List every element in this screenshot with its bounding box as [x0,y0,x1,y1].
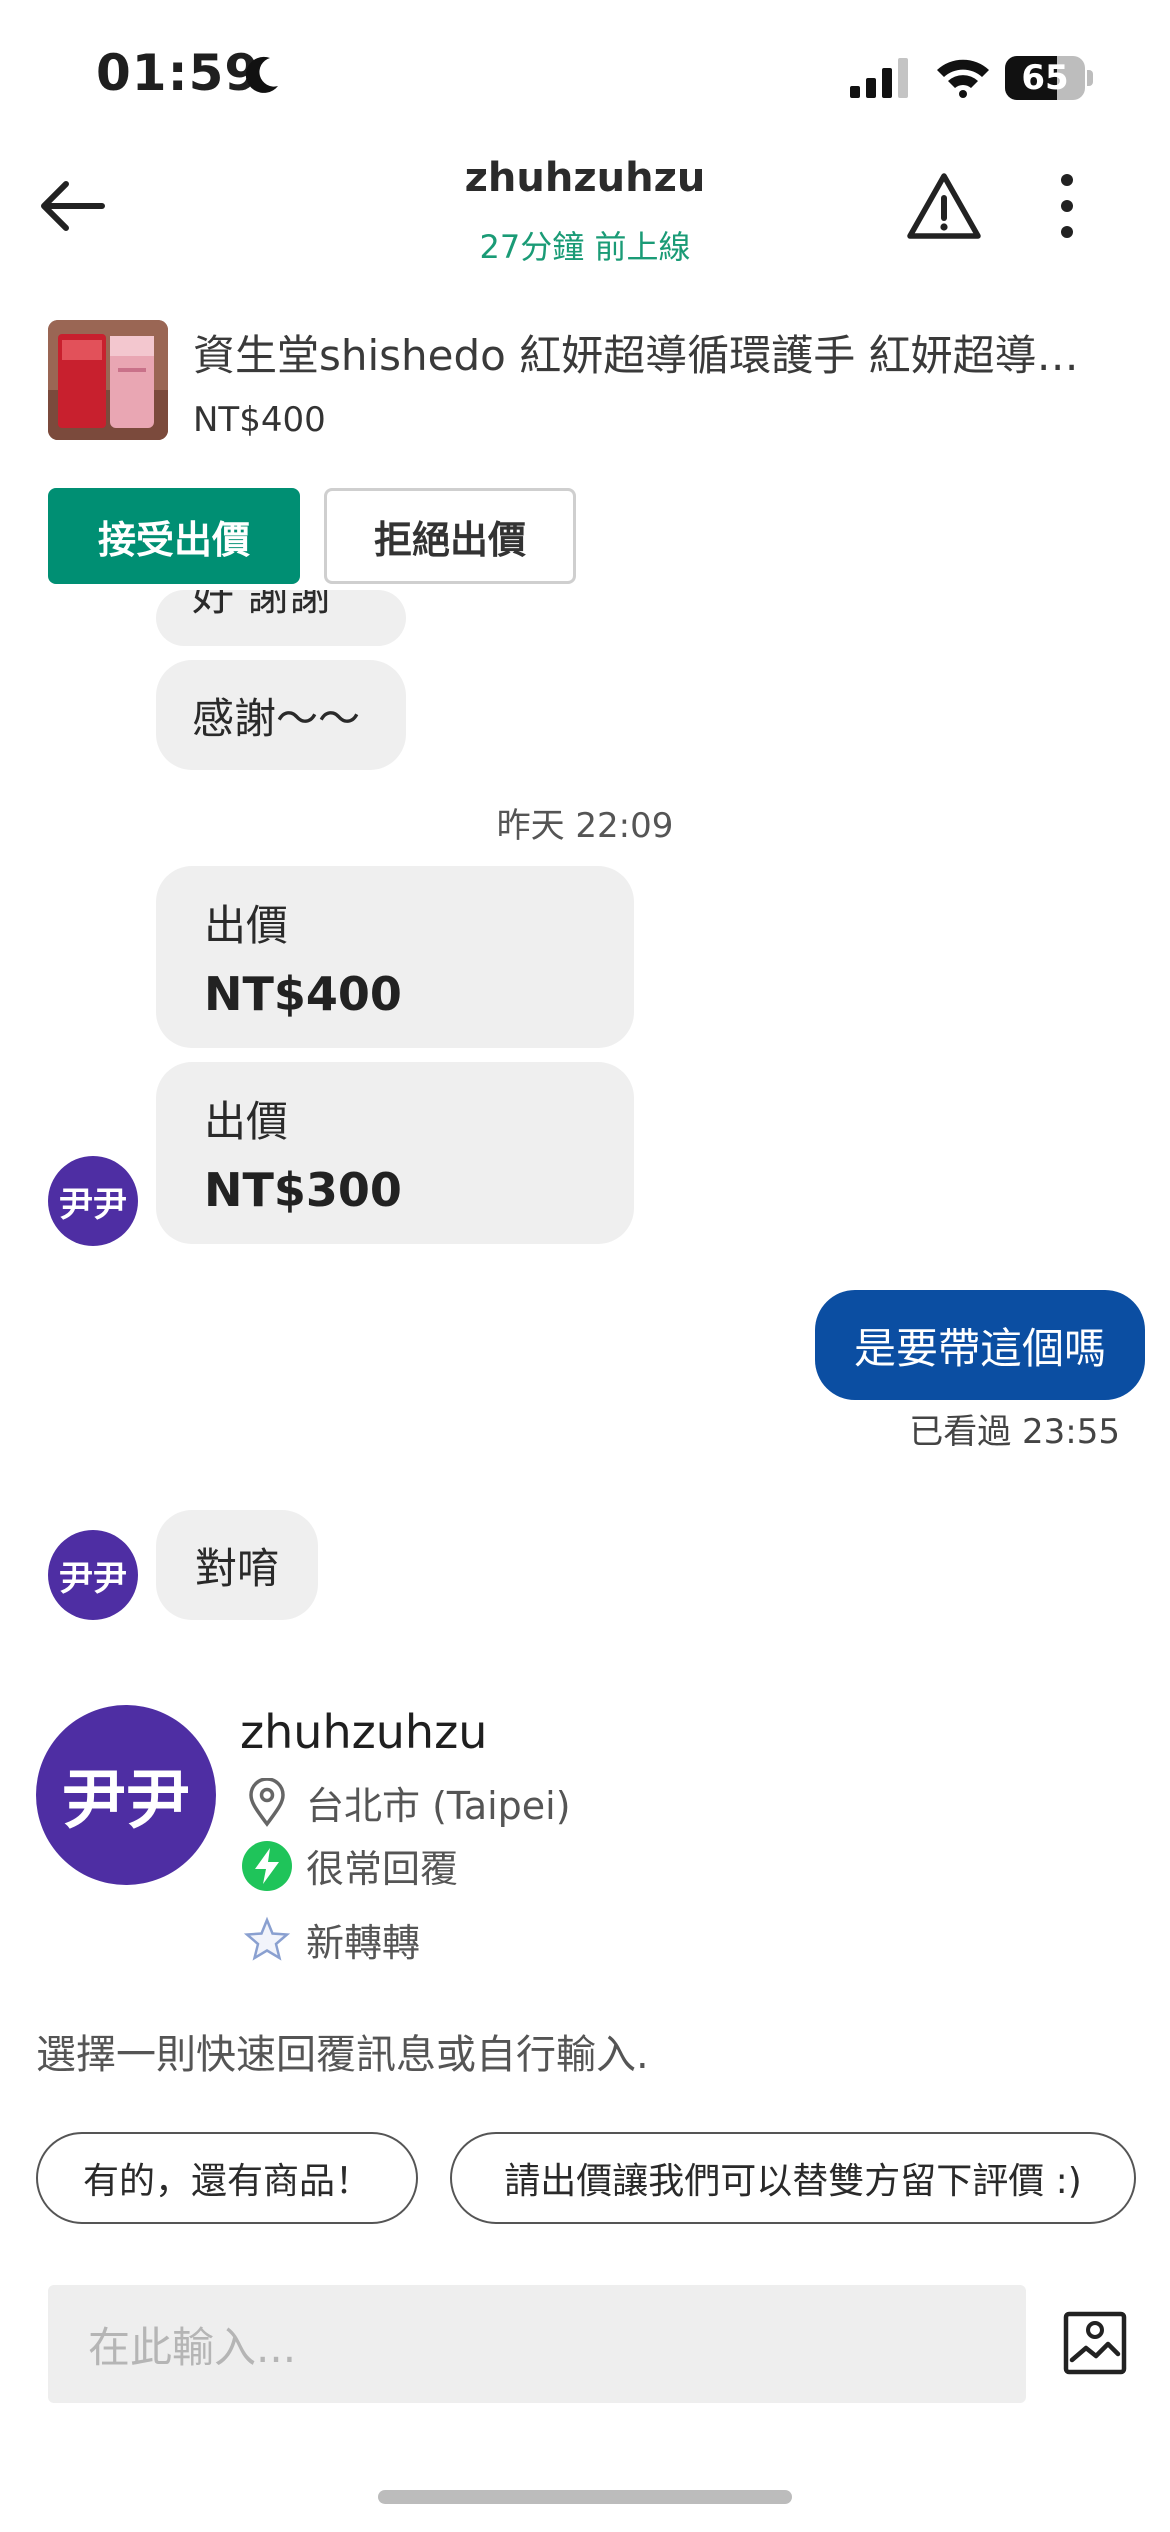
reject-offer-button[interactable]: 拒絕出價 [324,488,576,584]
message-bubble: 感謝～～ [156,660,406,770]
profile-response-rate: 很常回覆 [240,1838,458,1893]
product-price: NT$400 [193,400,326,440]
profile-badge-text: 新轉轉 [306,1921,421,1965]
profile-avatar[interactable]: 尹尹 [36,1705,216,1885]
star-badge-icon [240,1913,294,1967]
location-pin-icon [240,1776,294,1830]
last-online-status: 27分鐘 前上線 [479,228,691,266]
offer-amount: NT$300 [204,1163,402,1217]
profile-badge: 新轉轉 [240,1912,420,1967]
product-image [48,320,168,440]
offer-bubble: 出價 NT$300 [156,1062,634,1244]
message-text-partial: 好 謝謝 [192,590,332,620]
chat-thread[interactable]: 好 謝謝 感謝～～ 昨天 22:09 出價 NT$400 出價 NT$300 尹… [0,590,1170,1650]
chat-partner-name: zhuhzuhzu [464,155,706,201]
more-options-icon[interactable] [1040,170,1094,242]
battery-indicator: 65 [1005,56,1093,100]
wifi-icon [937,59,989,98]
accept-offer-button[interactable]: 接受出價 [48,488,300,584]
offer-label: 出價 [204,901,289,950]
message-input[interactable]: 在此輸入... [48,2285,1026,2403]
seen-status: 已看過 23:55 [909,1412,1120,1452]
profile-response-text: 很常回覆 [306,1847,459,1891]
message-bubble-partial: 好 謝謝 [156,590,406,646]
home-indicator [378,2490,792,2504]
product-thumbnail[interactable] [48,320,168,440]
lightning-icon [240,1839,294,1893]
outgoing-message-bubble: 是要帶這個嗎 [815,1290,1145,1400]
quick-reply-chip[interactable]: 有的，還有商品！ [36,2132,418,2224]
moon-icon [245,56,278,93]
message-bubble: 對唷 [156,1510,318,1620]
image-upload-icon[interactable] [1062,2310,1128,2376]
signal-icon [850,58,908,98]
message-timestamp: 昨天 22:09 [496,806,674,846]
quick-reply-chip[interactable]: 請出價讓我們可以替雙方留下評價 :) [450,2132,1136,2224]
status-time: 01:59 [96,44,261,102]
warning-icon[interactable] [906,170,982,242]
profile-location-text: 台北市 (Taipei) [306,1784,571,1828]
sender-avatar[interactable]: 尹尹 [48,1530,138,1620]
battery-percent: 65 [1021,58,1069,98]
quick-reply-prompt: 選擇一則快速回覆訊息或自行輸入. [36,2032,649,2078]
sender-avatar[interactable]: 尹尹 [48,1156,138,1246]
offer-label: 出價 [204,1097,289,1146]
profile-name[interactable]: zhuhzuhzu [240,1705,487,1759]
offer-amount: NT$400 [204,967,402,1021]
product-title[interactable]: 資生堂shishedo 紅妍超導循環護手 紅妍超導… [193,322,1123,383]
profile-location: 台北市 (Taipei) [240,1775,571,1830]
offer-bubble: 出價 NT$400 [156,866,634,1048]
